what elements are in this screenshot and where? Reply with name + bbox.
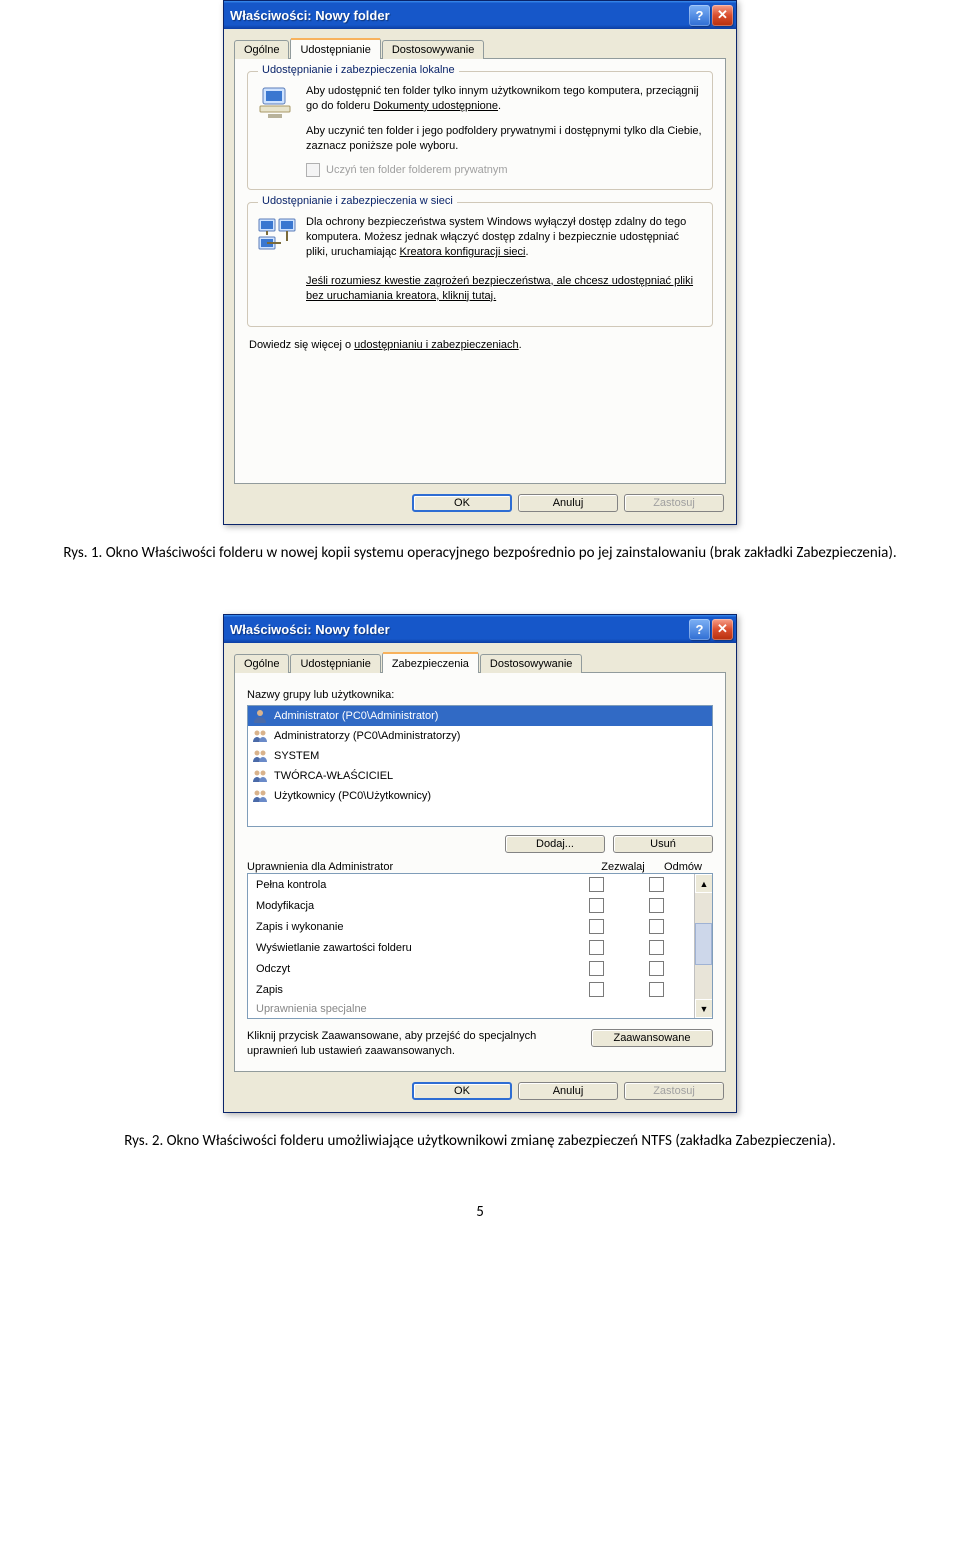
tab-strip: Ogólne Udostępnianie Zabezpieczenia Dost…: [234, 651, 726, 672]
remove-button[interactable]: Usuń: [613, 835, 713, 853]
allow-checkbox[interactable]: [589, 877, 604, 892]
properties-dialog-2: Właściwości: Nowy folder ? ✕ Ogólne Udos…: [223, 614, 737, 1113]
list-item[interactable]: Użytkownicy (PC0\Użytkownicy): [248, 786, 712, 806]
permission-row: Odczyt: [248, 958, 694, 979]
shared-documents-link[interactable]: Dokumenty udostępnione: [373, 100, 498, 112]
tab-sharing[interactable]: Udostępnianie: [290, 38, 380, 59]
learn-more: Dowiedz się więcej o udostępnianiu i zab…: [249, 339, 711, 351]
group-icon: [252, 728, 268, 744]
names-label: Nazwy grupy lub użytkownika:: [247, 689, 713, 701]
tab-general[interactable]: Ogólne: [234, 654, 289, 673]
titlebar[interactable]: Właściwości: Nowy folder ? ✕: [224, 615, 736, 643]
tab-security[interactable]: Zabezpieczenia: [382, 652, 479, 673]
window-title: Właściwości: Nowy folder: [230, 622, 689, 637]
advanced-button[interactable]: Zaawansowane: [591, 1029, 713, 1047]
computer-icon: [258, 84, 296, 122]
network-icon: [258, 215, 296, 253]
list-item[interactable]: SYSTEM: [248, 746, 712, 766]
scroll-thumb[interactable]: [695, 923, 712, 965]
user-list[interactable]: Administrator (PC0\Administrator) Admini…: [247, 705, 713, 827]
share-without-wizard-link[interactable]: Jeśli rozumiesz kwestie zagrożeń bezpiec…: [306, 275, 693, 302]
advanced-text: Kliknij przycisk Zaawansowane, aby przej…: [247, 1029, 581, 1059]
page-number: 5: [30, 1203, 930, 1221]
permission-row: Uprawnienia specjalne: [248, 1000, 694, 1018]
group-icon: [252, 768, 268, 784]
figure2-caption: Rys. 2. Okno Właściwości folderu umożliw…: [30, 1131, 930, 1153]
close-button[interactable]: ✕: [712, 619, 733, 640]
permissions-list: Pełna kontrola Modyfikacja Zapis i wykon…: [247, 873, 713, 1019]
permission-row: Wyświetlanie zawartości folderu: [248, 937, 694, 958]
private-folder-checkbox: Uczyń ten folder folderem prywatnym: [306, 163, 702, 177]
deny-checkbox[interactable]: [649, 877, 664, 892]
deny-checkbox[interactable]: [649, 961, 664, 976]
tab-general[interactable]: Ogólne: [234, 40, 289, 59]
scrollbar[interactable]: ▲ ▼: [694, 874, 712, 1018]
cancel-button[interactable]: Anuluj: [518, 494, 618, 512]
network-sharing-text: Dla ochrony bezpieczeństwa system Window…: [306, 215, 702, 303]
ok-button[interactable]: OK: [412, 494, 512, 512]
permission-row: Zapis: [248, 979, 694, 1000]
list-item[interactable]: Administrator (PC0\Administrator): [248, 706, 712, 726]
allow-checkbox[interactable]: [589, 940, 604, 955]
scroll-up-icon[interactable]: ▲: [695, 874, 712, 893]
figure1-caption: Rys. 1. Okno Właściwości folderu w nowej…: [30, 543, 930, 565]
network-sharing-group: Udostępnianie i zabezpieczenia w sieci D…: [247, 202, 713, 326]
close-button[interactable]: ✕: [712, 5, 733, 26]
titlebar[interactable]: Właściwości: Nowy folder ? ✕: [224, 1, 736, 29]
add-button[interactable]: Dodaj...: [505, 835, 605, 853]
group-legend: Udostępnianie i zabezpieczenia w sieci: [258, 195, 457, 207]
list-item[interactable]: Administratorzy (PC0\Administratorzy): [248, 726, 712, 746]
tab-customize[interactable]: Dostosowywanie: [382, 40, 485, 59]
permission-row: Zapis i wykonanie: [248, 916, 694, 937]
network-wizard-link[interactable]: Kreatora konfiguracji sieci: [400, 246, 526, 258]
allow-checkbox[interactable]: [589, 919, 604, 934]
apply-button: Zastosuj: [624, 494, 724, 512]
tab-sharing[interactable]: Udostępnianie: [290, 654, 380, 673]
deny-checkbox[interactable]: [649, 919, 664, 934]
cancel-button[interactable]: Anuluj: [518, 1082, 618, 1100]
help-button[interactable]: ?: [689, 619, 710, 640]
learn-more-link[interactable]: udostępnianiu i zabezpieczeniach: [354, 339, 519, 351]
allow-checkbox[interactable]: [589, 982, 604, 997]
help-button[interactable]: ?: [689, 5, 710, 26]
window-title: Właściwości: Nowy folder: [230, 8, 689, 23]
group-legend: Udostępnianie i zabezpieczenia lokalne: [258, 64, 459, 76]
allow-checkbox[interactable]: [589, 898, 604, 913]
list-item[interactable]: TWÓRCA-WŁAŚCICIEL: [248, 766, 712, 786]
permissions-header: Uprawnienia dla Administrator Zezwalaj O…: [247, 861, 713, 873]
ok-button[interactable]: OK: [412, 1082, 512, 1100]
group-icon: [252, 748, 268, 764]
scroll-down-icon[interactable]: ▼: [695, 999, 712, 1018]
apply-button: Zastosuj: [624, 1082, 724, 1100]
permission-row: Pełna kontrola: [248, 874, 694, 895]
deny-checkbox[interactable]: [649, 940, 664, 955]
local-sharing-group: Udostępnianie i zabezpieczenia lokalne A…: [247, 71, 713, 190]
deny-checkbox[interactable]: [649, 982, 664, 997]
checkbox-icon: [306, 163, 320, 177]
tab-strip: Ogólne Udostępnianie Dostosowywanie: [234, 37, 726, 58]
tab-panel: Udostępnianie i zabezpieczenia lokalne A…: [234, 58, 726, 484]
allow-checkbox[interactable]: [589, 961, 604, 976]
local-sharing-text: Aby udostępnić ten folder tylko innym uż…: [306, 84, 702, 153]
tab-customize[interactable]: Dostosowywanie: [480, 654, 583, 673]
user-icon: [252, 708, 268, 724]
properties-dialog-1: Właściwości: Nowy folder ? ✕ Ogólne Udos…: [223, 0, 737, 525]
deny-checkbox[interactable]: [649, 898, 664, 913]
tab-panel: Nazwy grupy lub użytkownika: Administrat…: [234, 672, 726, 1072]
permission-row: Modyfikacja: [248, 895, 694, 916]
group-icon: [252, 788, 268, 804]
